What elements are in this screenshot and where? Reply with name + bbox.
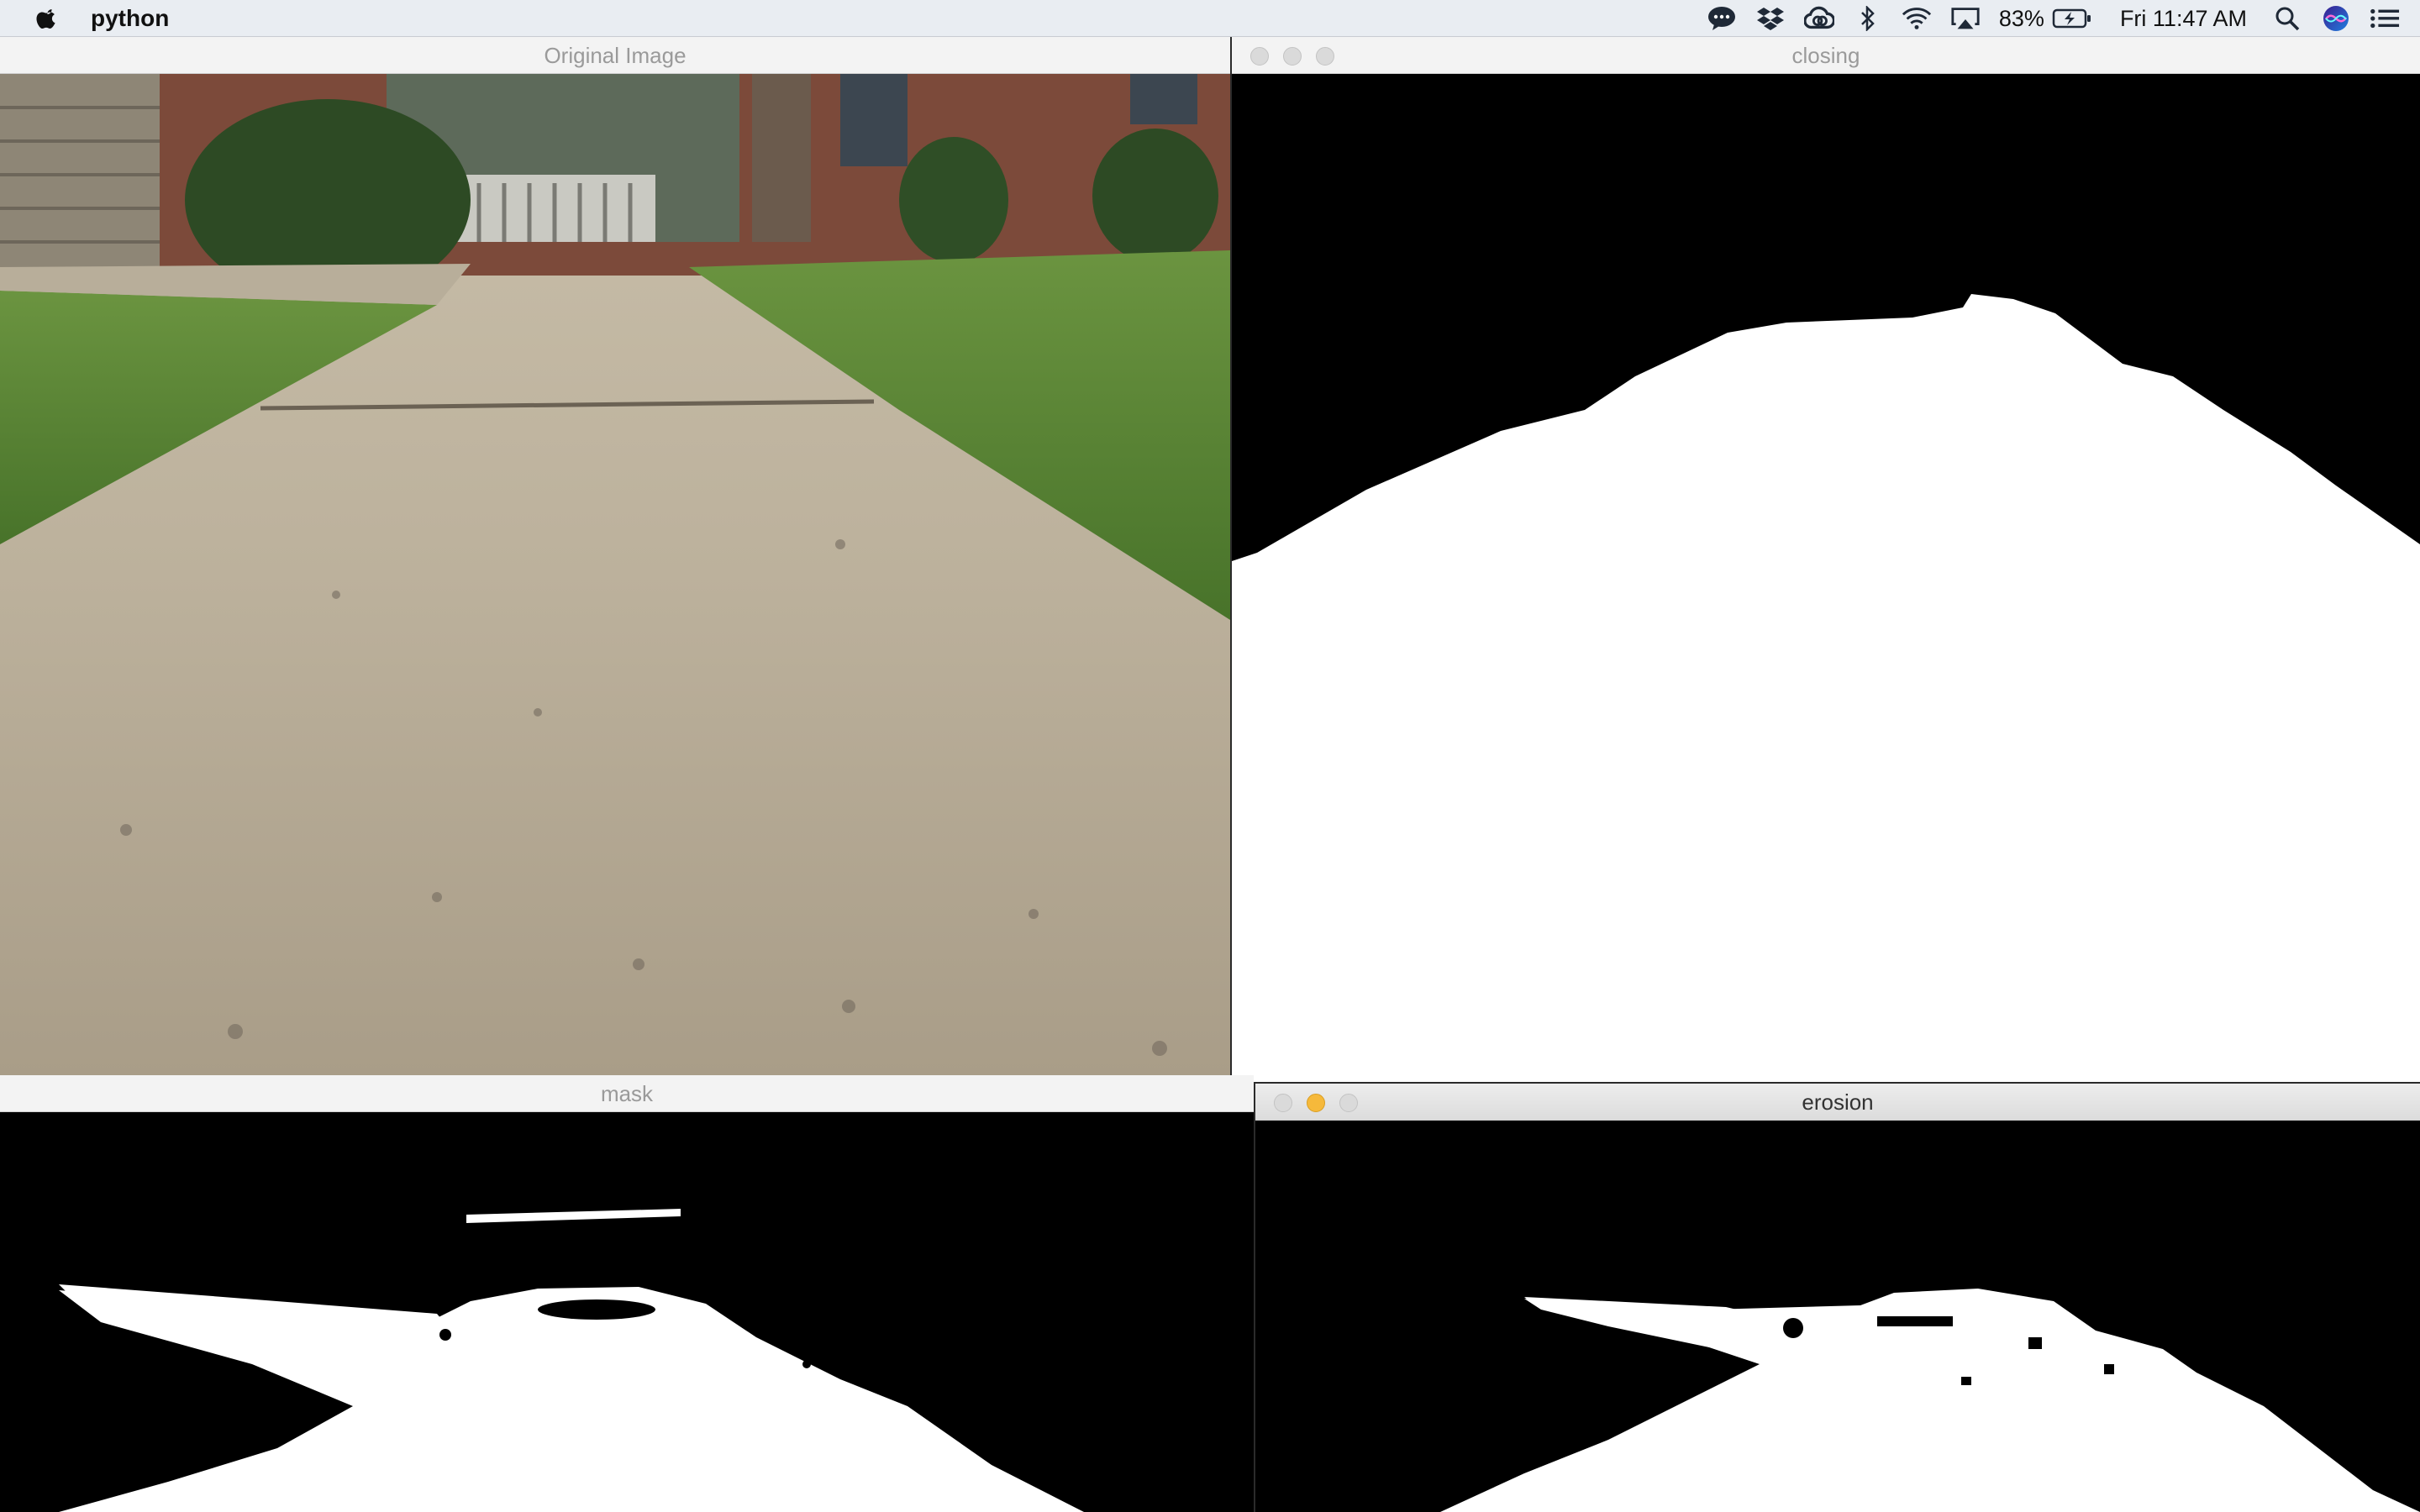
app-menu-name[interactable]: python <box>91 5 169 32</box>
status-area: 83% Fri 11:47 AM <box>1707 0 2400 37</box>
original-image-canvas <box>0 74 1230 1075</box>
menu-bar-clock[interactable]: Fri 11:47 AM <box>2120 6 2247 32</box>
mask-window[interactable]: mask <box>0 1075 1254 1512</box>
window-left <box>840 74 908 166</box>
wooden-stairs <box>0 74 160 267</box>
window-title: closing <box>1791 43 1860 68</box>
battery-percent: 83% <box>1998 5 2044 31</box>
closing-titlebar[interactable]: closing <box>1232 37 2420 74</box>
menu-bar: python 83% Fri 11:47 AM <box>0 0 2420 37</box>
window-right <box>1130 74 1197 124</box>
original-image-titlebar[interactable]: Original Image <box>0 37 1230 74</box>
siri-icon[interactable] <box>2321 3 2351 34</box>
wifi-icon[interactable] <box>1902 3 1932 34</box>
shrub-2 <box>899 137 1008 263</box>
window-title: mask <box>600 1081 654 1106</box>
apple-icon[interactable] <box>34 5 60 32</box>
window-title: erosion <box>1802 1089 1874 1115</box>
window-title: Original Image <box>544 43 687 68</box>
airplay-icon[interactable] <box>1950 3 1981 34</box>
messages-icon[interactable] <box>1707 3 1737 34</box>
closing-window[interactable]: closing <box>1232 37 2420 1082</box>
closing-mask-canvas <box>1232 74 2420 1082</box>
dropbox-icon[interactable] <box>1755 3 1786 34</box>
notification-center-icon[interactable] <box>2370 3 2400 34</box>
erosion-window[interactable]: erosion <box>1255 1084 2420 1512</box>
mask-titlebar[interactable]: mask <box>0 1075 1254 1112</box>
tree-trunk <box>752 74 811 242</box>
erosion-titlebar[interactable]: erosion <box>1255 1084 2420 1121</box>
erosion-canvas <box>1255 1121 2420 1512</box>
bluetooth-icon[interactable] <box>1853 3 1883 34</box>
shrub-3 <box>1092 129 1218 263</box>
battery-icon[interactable] <box>2051 3 2093 34</box>
spotlight-icon[interactable] <box>2272 3 2302 34</box>
original-image-window[interactable]: Original Image <box>0 37 1230 1075</box>
creative-cloud-icon[interactable] <box>1803 3 1834 34</box>
mask-canvas <box>0 1112 1254 1512</box>
